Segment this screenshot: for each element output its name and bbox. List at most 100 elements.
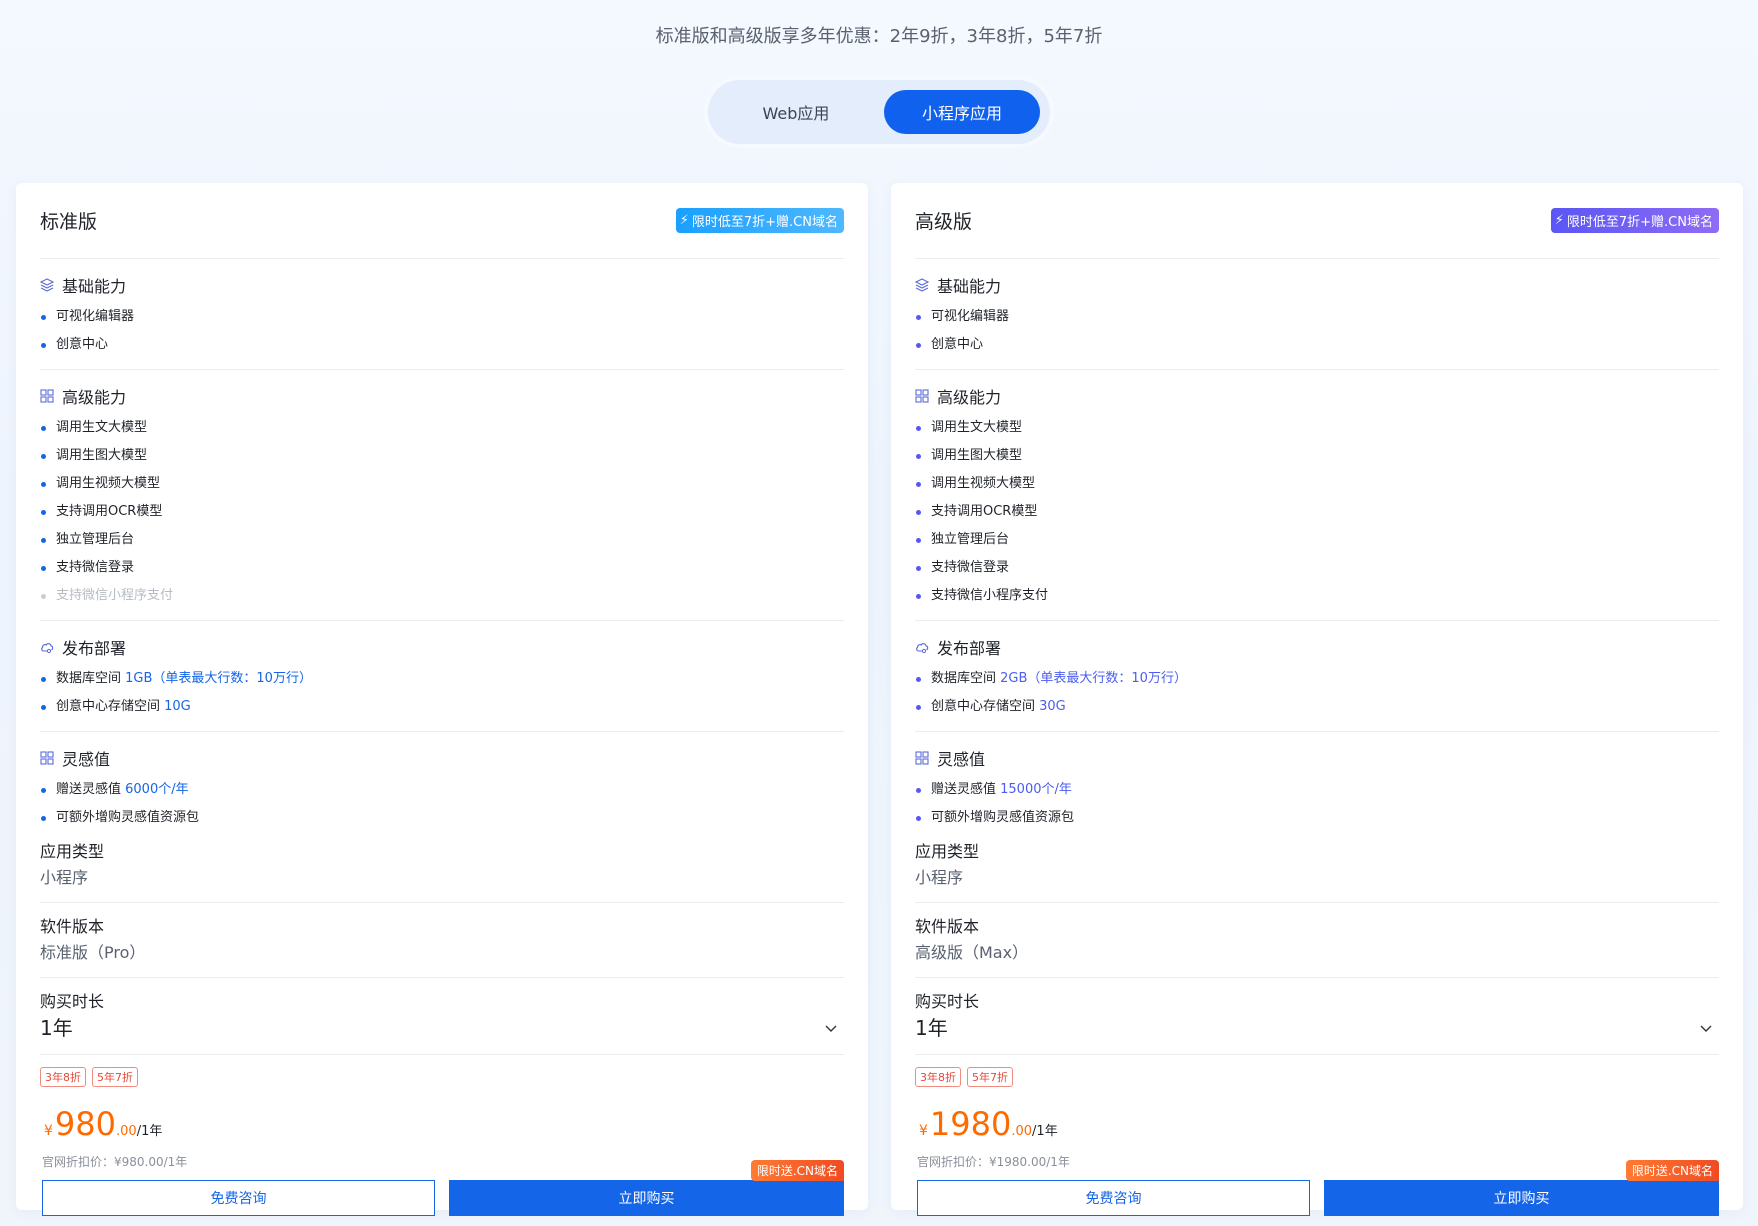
- section-title: 高级能力: [62, 388, 127, 407]
- list-item: 数据库空间 2GB（单表最大行数：10万行）: [915, 665, 1719, 693]
- list-item: 支持微信小程序支付: [915, 582, 1719, 610]
- list-item: 调用生文大模型: [915, 414, 1719, 442]
- section-title: 高级能力: [937, 388, 1002, 407]
- buy-now-button[interactable]: 立即购买 限时送.CN域名: [449, 1160, 844, 1216]
- duration-select[interactable]: 1年: [915, 1014, 1719, 1042]
- free-consult-button[interactable]: 免费咨询: [42, 1180, 435, 1216]
- grid-icon: [40, 751, 54, 765]
- price-decimal: .00: [116, 1124, 137, 1139]
- price-unit: /1年: [136, 1124, 163, 1139]
- inspiration-gift-value: 15000个/年: [1000, 782, 1072, 797]
- buy-now-button[interactable]: 立即购买 限时送.CN域名: [1324, 1160, 1719, 1216]
- duration-select-value: 1年: [915, 1016, 948, 1040]
- discount-tags: 3年8折 5年7折: [40, 1067, 844, 1087]
- cloud-icon: [41, 643, 54, 654]
- list-item: 可额外增购灵感值资源包: [915, 804, 1719, 832]
- app-type-field: 应用类型 小程序: [40, 836, 844, 902]
- discount-tag: 3年8折: [40, 1067, 86, 1087]
- promo-badge: ⚡ 限时低至7折+赠.CN域名: [1550, 208, 1719, 233]
- list-item: 支持微信登录: [40, 554, 844, 582]
- advanced-capability-section: 高级能力 调用生文大模型 调用生图大模型 调用生视频大模型 支持调用OCR模型 独立管理…: [40, 370, 844, 621]
- action-buttons: 免费咨询 立即购买 限时送.CN域名: [40, 1160, 844, 1216]
- grid-icon: [40, 389, 54, 403]
- price: ¥ 1980 .00 /1年: [915, 1105, 1719, 1143]
- list-item: 调用生文大模型: [40, 414, 844, 442]
- app-type-field: 应用类型 小程序: [915, 836, 1719, 902]
- section-title: 基础能力: [937, 277, 1002, 296]
- storage-value: 30G: [1039, 699, 1066, 714]
- advanced-capability-section: 高级能力 调用生文大模型 调用生图大模型 调用生视频大模型 支持调用OCR模型 独立管理…: [915, 370, 1719, 621]
- grid-icon: [915, 751, 929, 765]
- lightning-icon: ⚡: [679, 213, 689, 228]
- section-title: 灵感值: [62, 750, 111, 769]
- cn-domain-gift-tag: 限时送.CN域名: [750, 1160, 844, 1181]
- price-integer: 980: [54, 1105, 116, 1143]
- list-item: 支持微信小程序支付: [40, 582, 844, 610]
- list-item: 调用生图大模型: [40, 442, 844, 470]
- storage-value: 10G: [164, 699, 191, 714]
- chevron-down-icon[interactable]: [1699, 1021, 1713, 1035]
- plan-title: 标准版: [40, 211, 98, 233]
- basic-capability-list: 可视化编辑器 创意中心: [40, 303, 844, 359]
- plan-card-advanced: 高级版 ⚡ 限时低至7折+赠.CN域名 基础能力 可视化编辑器 创意中心 高级能力…: [891, 183, 1743, 1216]
- inspiration-gift-value: 6000个/年: [125, 782, 189, 797]
- list-item: 支持微信登录: [915, 554, 1719, 582]
- price: ¥ 980 .00 /1年: [40, 1105, 844, 1143]
- list-item: 支持调用OCR模型: [40, 498, 844, 526]
- action-buttons: 免费咨询 立即购买 限时送.CN域名: [915, 1160, 1719, 1216]
- list-item: 创意中心: [40, 331, 844, 359]
- list-item: 创意中心存储空间 30G: [915, 693, 1719, 721]
- original-price: 官网折扣价：¥1980.00/1年: [917, 1155, 1070, 1169]
- version-value: 标准版（Pro）: [40, 943, 146, 962]
- plan-card-header: 标准版 ⚡ 限时低至7折+赠.CN域名: [40, 183, 844, 259]
- list-item: 支持调用OCR模型: [915, 498, 1719, 526]
- version-field: 软件版本 标准版（Pro）: [40, 902, 844, 978]
- buy-now-label: 立即购买: [618, 1191, 675, 1207]
- advanced-capability-list: 调用生文大模型 调用生图大模型 调用生视频大模型 支持调用OCR模型 独立管理后台 支持微…: [40, 414, 844, 610]
- list-item: 独立管理后台: [40, 526, 844, 554]
- original-price: 官网折扣价：¥980.00/1年: [42, 1155, 188, 1169]
- lightning-icon: ⚡: [1554, 213, 1564, 228]
- chevron-down-icon[interactable]: [824, 1021, 838, 1035]
- discount-tag: 3年8折: [915, 1067, 961, 1087]
- discount-tag: 5年7折: [92, 1067, 138, 1087]
- db-space-value: 1GB（单表最大行数：10万行）: [125, 671, 312, 686]
- section-title: 灵感值: [937, 750, 986, 769]
- list-item: 可视化编辑器: [40, 303, 844, 331]
- list-item: 创意中心存储空间 10G: [40, 693, 844, 721]
- discount-tag: 5年7折: [967, 1067, 1013, 1087]
- version-value: 高级版（Max）: [915, 943, 1029, 962]
- list-item: 赠送灵感值 6000个/年: [40, 776, 844, 804]
- plan-card-standard: 标准版 ⚡ 限时低至7折+赠.CN域名 基础能力 可视化编辑器 创意中心 高级能力…: [16, 183, 868, 1216]
- list-item: 可额外增购灵感值资源包: [40, 804, 844, 832]
- app-type-value: 小程序: [915, 868, 964, 887]
- promo-badge-text: 限时低至7折+赠.CN域名: [691, 215, 838, 230]
- basic-capability-section: 基础能力 可视化编辑器 创意中心: [40, 259, 844, 370]
- list-item: 调用生视频大模型: [40, 470, 844, 498]
- field-label: 购买时长: [915, 992, 980, 1011]
- layers-icon: [40, 278, 54, 292]
- list-item: 创意中心: [915, 331, 1719, 359]
- duration-field: 购买时长 1年: [915, 978, 1719, 1055]
- grid-icon: [915, 389, 929, 403]
- tab-web-app[interactable]: Web应用: [718, 90, 874, 134]
- section-title: 发布部署: [937, 639, 1002, 658]
- free-consult-button[interactable]: 免费咨询: [917, 1180, 1310, 1216]
- tab-mini-program-app[interactable]: 小程序应用: [884, 90, 1040, 134]
- inspiration-section: 灵感值 赠送灵感值 15000个/年 可额外增购灵感值资源包: [915, 732, 1719, 836]
- list-item: 赠送灵感值 15000个/年: [915, 776, 1719, 804]
- duration-select[interactable]: 1年: [40, 1014, 844, 1042]
- promo-badge: ⚡ 限时低至7折+赠.CN域名: [675, 208, 844, 233]
- price-currency: ¥: [44, 1123, 53, 1139]
- price-decimal: .00: [1011, 1124, 1033, 1139]
- price-currency: ¥: [919, 1123, 928, 1139]
- duration-select-value: 1年: [40, 1016, 73, 1040]
- inspiration-section: 灵感值 赠送灵感值 6000个/年 可额外增购灵感值资源包: [40, 732, 844, 836]
- plan-title: 高级版: [915, 211, 973, 233]
- list-item: 独立管理后台: [915, 526, 1719, 554]
- list-item: 数据库空间 1GB（单表最大行数：10万行）: [40, 665, 844, 693]
- field-label: 应用类型: [915, 842, 980, 861]
- db-space-value: 2GB（单表最大行数：10万行）: [1000, 671, 1187, 686]
- price-unit: /1年: [1032, 1124, 1058, 1139]
- basic-capability-section: 基础能力 可视化编辑器 创意中心: [915, 259, 1719, 370]
